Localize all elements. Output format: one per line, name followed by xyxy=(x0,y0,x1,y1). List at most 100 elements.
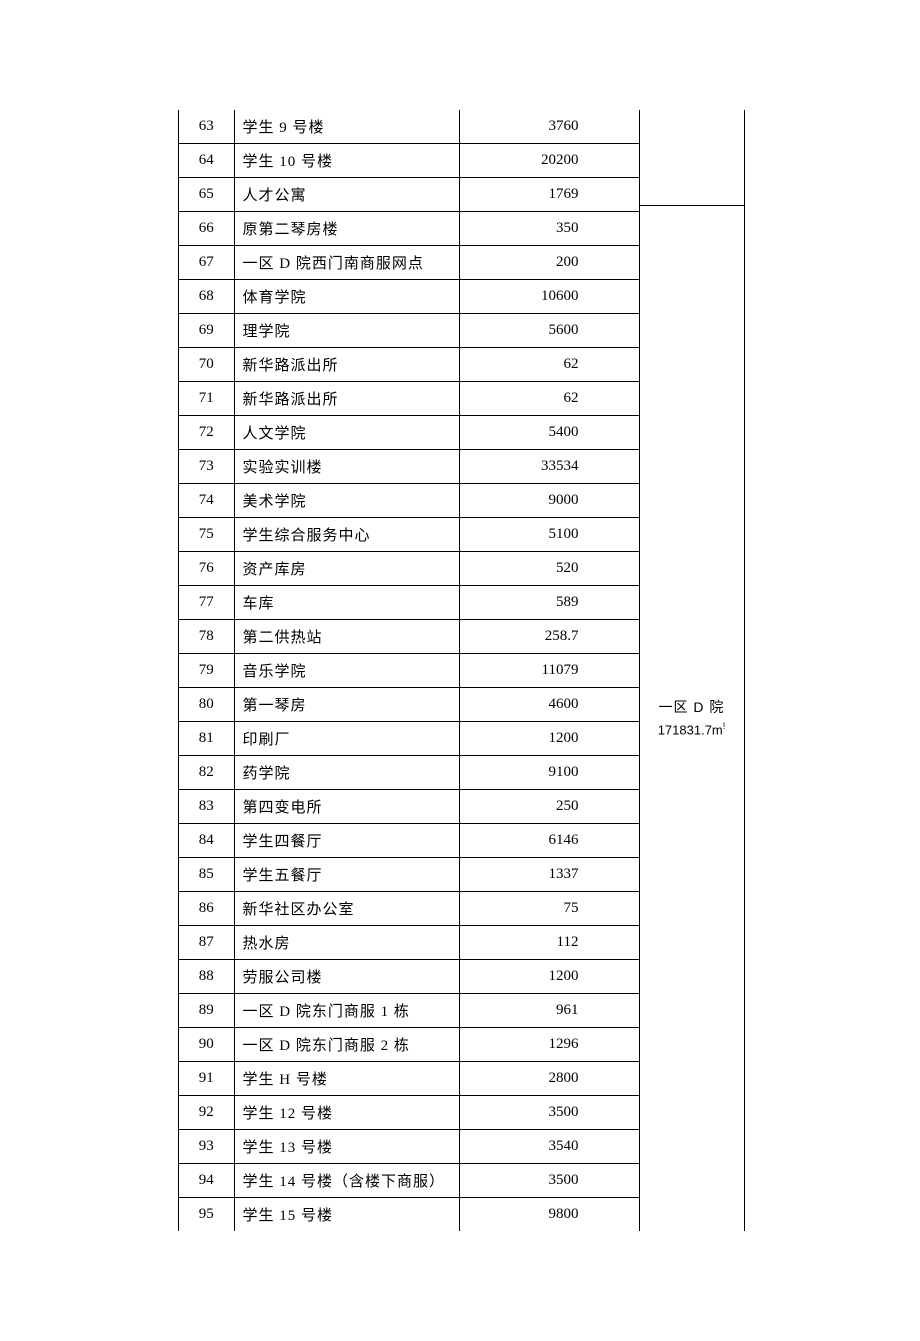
table-row: 84学生四餐厅6146 xyxy=(179,824,639,858)
row-number: 81 xyxy=(179,722,234,756)
table-row: 79音乐学院11079 xyxy=(179,654,639,688)
row-value: 3500 xyxy=(459,1096,639,1130)
row-number: 72 xyxy=(179,416,234,450)
buildings-table: 63学生 9 号楼376064学生 10 号楼2020065人才公寓176966… xyxy=(179,110,640,1231)
summary-label: 一区 D 院 xyxy=(659,696,725,718)
table-row: 67一区 D 院西门南商服网点200 xyxy=(179,246,639,280)
table-row: 71新华路派出所62 xyxy=(179,382,639,416)
table-row: 87热水房112 xyxy=(179,926,639,960)
row-name: 学生 15 号楼 xyxy=(234,1198,459,1232)
row-name: 资产库房 xyxy=(234,552,459,586)
table-row: 90一区 D 院东门商服 2 栋1296 xyxy=(179,1028,639,1062)
table-row: 74美术学院9000 xyxy=(179,484,639,518)
row-number: 89 xyxy=(179,994,234,1028)
row-value: 1200 xyxy=(459,722,639,756)
table-body: 63学生 9 号楼376064学生 10 号楼2020065人才公寓176966… xyxy=(179,110,639,1231)
row-number: 76 xyxy=(179,552,234,586)
row-number: 71 xyxy=(179,382,234,416)
summary-area-sup: ! xyxy=(723,721,726,731)
row-name: 新华路派出所 xyxy=(234,348,459,382)
row-number: 94 xyxy=(179,1164,234,1198)
row-value: 5100 xyxy=(459,518,639,552)
row-value: 9000 xyxy=(459,484,639,518)
row-name: 一区 D 院东门商服 1 栋 xyxy=(234,994,459,1028)
row-name: 体育学院 xyxy=(234,280,459,314)
row-number: 87 xyxy=(179,926,234,960)
table-row: 75学生综合服务中心5100 xyxy=(179,518,639,552)
row-name: 学生综合服务中心 xyxy=(234,518,459,552)
row-value: 350 xyxy=(459,212,639,246)
table-row: 69理学院5600 xyxy=(179,314,639,348)
summary-main: 一区 D 院 171831.7m! xyxy=(640,206,744,1231)
row-name: 一区 D 院东门商服 2 栋 xyxy=(234,1028,459,1062)
row-value: 10600 xyxy=(459,280,639,314)
table-row: 82药学院9100 xyxy=(179,756,639,790)
table-row: 83第四变电所250 xyxy=(179,790,639,824)
row-name: 学生 13 号楼 xyxy=(234,1130,459,1164)
summary-area-value: 171831.7m xyxy=(658,722,723,737)
table-row: 68体育学院10600 xyxy=(179,280,639,314)
row-number: 91 xyxy=(179,1062,234,1096)
table-wrapper: 63学生 9 号楼376064学生 10 号楼2020065人才公寓176966… xyxy=(178,110,820,1231)
table-row: 81印刷厂1200 xyxy=(179,722,639,756)
row-name: 新华路派出所 xyxy=(234,382,459,416)
table-row: 91学生 H 号楼2800 xyxy=(179,1062,639,1096)
row-number: 83 xyxy=(179,790,234,824)
row-number: 79 xyxy=(179,654,234,688)
table-row: 72人文学院5400 xyxy=(179,416,639,450)
row-name: 实验实训楼 xyxy=(234,450,459,484)
row-number: 90 xyxy=(179,1028,234,1062)
summary-top-empty xyxy=(640,110,744,206)
row-name: 学生五餐厅 xyxy=(234,858,459,892)
row-name: 学生 14 号楼（含楼下商服） xyxy=(234,1164,459,1198)
row-name: 理学院 xyxy=(234,314,459,348)
row-number: 65 xyxy=(179,178,234,212)
row-number: 80 xyxy=(179,688,234,722)
row-name: 美术学院 xyxy=(234,484,459,518)
row-value: 3760 xyxy=(459,110,639,144)
row-value: 5600 xyxy=(459,314,639,348)
row-name: 学生 12 号楼 xyxy=(234,1096,459,1130)
row-number: 68 xyxy=(179,280,234,314)
row-number: 66 xyxy=(179,212,234,246)
row-number: 88 xyxy=(179,960,234,994)
row-name: 学生 9 号楼 xyxy=(234,110,459,144)
row-value: 5400 xyxy=(459,416,639,450)
table-row: 95学生 15 号楼9800 xyxy=(179,1198,639,1232)
row-value: 2800 xyxy=(459,1062,639,1096)
row-value: 1200 xyxy=(459,960,639,994)
row-number: 78 xyxy=(179,620,234,654)
row-value: 9100 xyxy=(459,756,639,790)
table-row: 76资产库房520 xyxy=(179,552,639,586)
row-name: 音乐学院 xyxy=(234,654,459,688)
row-number: 84 xyxy=(179,824,234,858)
row-number: 70 xyxy=(179,348,234,382)
table-row: 94学生 14 号楼（含楼下商服）3500 xyxy=(179,1164,639,1198)
table-row: 80第一琴房4600 xyxy=(179,688,639,722)
row-value: 11079 xyxy=(459,654,639,688)
summary-area: 171831.7m! xyxy=(658,719,726,741)
row-value: 62 xyxy=(459,348,639,382)
row-name: 第二供热站 xyxy=(234,620,459,654)
row-name: 学生 H 号楼 xyxy=(234,1062,459,1096)
row-value: 9800 xyxy=(459,1198,639,1232)
row-value: 1337 xyxy=(459,858,639,892)
row-name: 原第二琴房楼 xyxy=(234,212,459,246)
row-number: 92 xyxy=(179,1096,234,1130)
row-name: 第一琴房 xyxy=(234,688,459,722)
row-name: 药学院 xyxy=(234,756,459,790)
row-number: 74 xyxy=(179,484,234,518)
summary-column: 一区 D 院 171831.7m! xyxy=(640,110,745,1231)
row-name: 人文学院 xyxy=(234,416,459,450)
row-number: 95 xyxy=(179,1198,234,1232)
row-name: 车库 xyxy=(234,586,459,620)
row-number: 93 xyxy=(179,1130,234,1164)
row-name: 学生 10 号楼 xyxy=(234,144,459,178)
table-row: 77车库589 xyxy=(179,586,639,620)
row-value: 112 xyxy=(459,926,639,960)
row-name: 第四变电所 xyxy=(234,790,459,824)
row-name: 印刷厂 xyxy=(234,722,459,756)
row-number: 73 xyxy=(179,450,234,484)
row-value: 62 xyxy=(459,382,639,416)
row-value: 1769 xyxy=(459,178,639,212)
